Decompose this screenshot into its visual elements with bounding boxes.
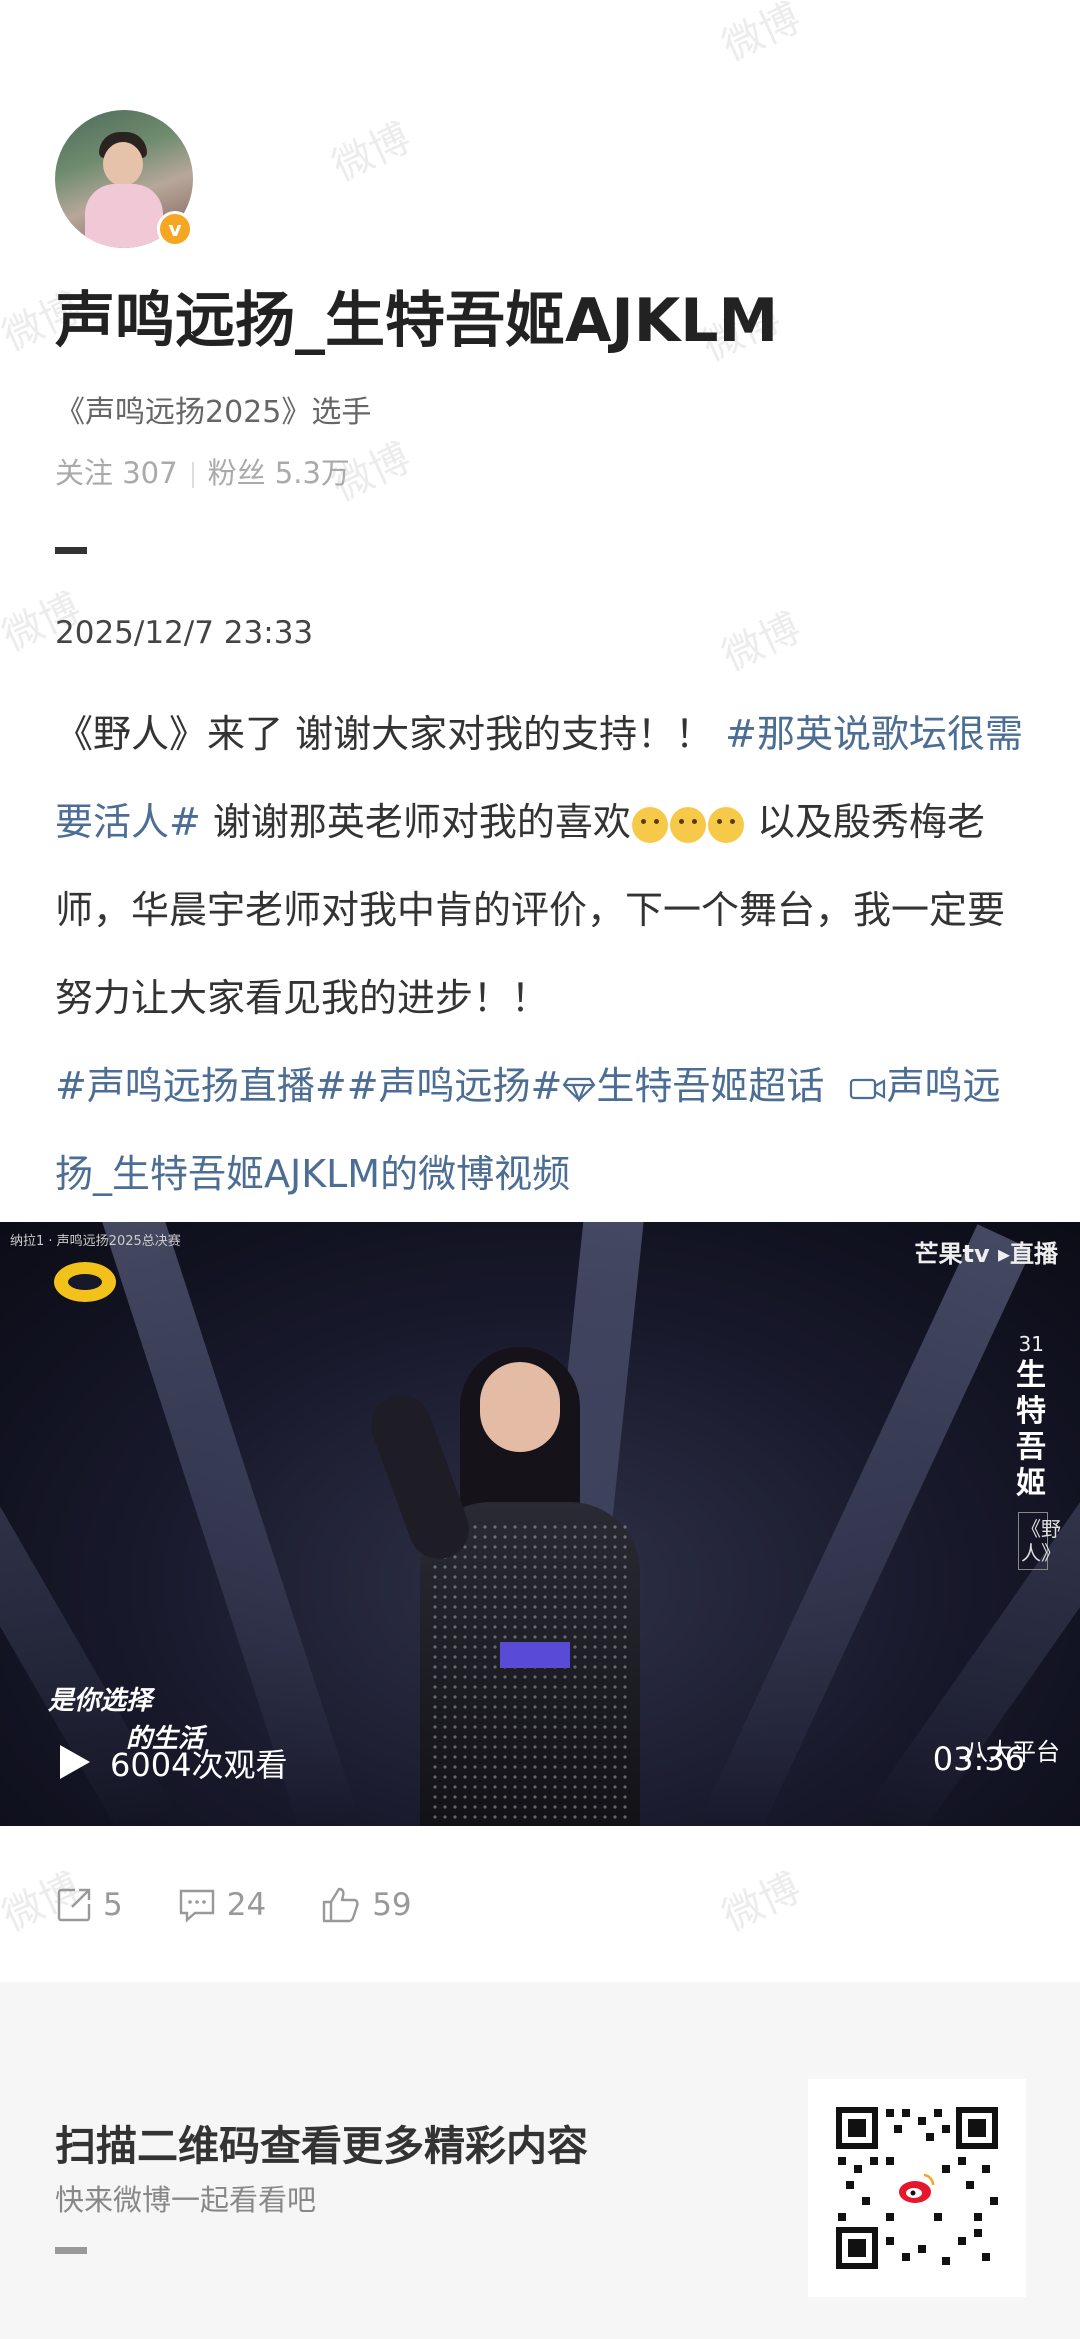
hunan-tv-logo-icon [54, 1262, 116, 1302]
qr-code-icon [836, 2107, 998, 2269]
share-count: 5 [103, 1887, 123, 1923]
share-button[interactable]: 5 [55, 1886, 123, 1924]
view-count: 6004次观看 [110, 1746, 288, 1784]
watermark: 微博 [325, 114, 418, 191]
hashtag-link[interactable]: #声鸣远扬直播# [55, 1064, 347, 1108]
video-duration: 03:36 [932, 1740, 1025, 1778]
episode-label: 纳拉1 · 声鸣远扬2025总决赛 [10, 1234, 181, 1249]
comment-icon [179, 1889, 214, 1923]
footer-subtitle: 快来微博一起看看吧 [55, 2183, 317, 2217]
following-count[interactable]: 关注 307 [55, 456, 178, 490]
hashtag-link[interactable]: #声鸣远扬# [347, 1064, 563, 1108]
platform-logo: 芒果tv ▸直播 [914, 1240, 1058, 1268]
super-topic-label: 生特吾姬超话 [596, 1064, 825, 1108]
thumbs-up-icon [322, 1887, 359, 1923]
comment-count: 24 [226, 1887, 267, 1923]
contestant-name: 生特吾姬 [1016, 1358, 1046, 1501]
diamond-icon [562, 1077, 596, 1102]
verified-badge-icon: v [157, 211, 193, 247]
video-player[interactable]: 纳拉1 · 声鸣远扬2025总决赛 芒果tv ▸直播 31 生特吾姬 《野人》 … [0, 1222, 1080, 1826]
divider [55, 2247, 87, 2254]
crying-emoji-icon [669, 806, 706, 843]
post-text-part: 谢谢那英老师对我的喜欢 [200, 800, 631, 844]
post-text-part: 《野人》来了 谢谢大家对我的支持！！ [55, 712, 726, 756]
crying-emoji-icon [631, 806, 668, 843]
footer-banner: 扫描二维码查看更多精彩内容 快来微博一起看看吧 [0, 1982, 1080, 2339]
scared-emoji-icon [707, 806, 744, 843]
comment-button[interactable]: 24 [177, 1886, 266, 1924]
follow-stats: 关注 307 粉丝 5.3万 [55, 450, 350, 492]
footer-title: 扫描二维码查看更多精彩内容 [55, 2122, 588, 2170]
song-title: 《野人》 [1018, 1512, 1061, 1570]
like-count: 59 [372, 1887, 412, 1923]
divider [55, 547, 87, 554]
contestant-number: 31 [1018, 1332, 1044, 1356]
qr-code[interactable] [808, 2079, 1026, 2297]
play-icon[interactable] [60, 1745, 90, 1779]
divider [191, 462, 194, 488]
watermark: 微博 [715, 1864, 808, 1941]
post-date: 2025/12/7 23:33 [55, 615, 314, 651]
verified-description: 《声鸣远扬2025》选手 [55, 395, 372, 430]
share-icon [57, 1888, 91, 1922]
profile-name[interactable]: 声鸣远扬_生特吾姬AJKLM [55, 272, 778, 359]
like-button[interactable]: 59 [320, 1885, 412, 1925]
singer-figure [362, 1342, 640, 1826]
action-bar: 5 24 59 [55, 1880, 466, 1930]
watermark: 微博 [715, 604, 808, 681]
lyric-subtitle: 是你选择 [48, 1686, 153, 1716]
watermark: 微博 [715, 0, 808, 71]
video-camera-icon [849, 1078, 885, 1099]
post-text: 《野人》来了 谢谢大家对我的支持！！ #那英说歌坛很需要活人# 谢谢那英老师对我… [55, 690, 1030, 1218]
super-topic-link[interactable]: 生特吾姬超话 [562, 1064, 824, 1108]
fans-count[interactable]: 粉丝 5.3万 [208, 456, 350, 490]
